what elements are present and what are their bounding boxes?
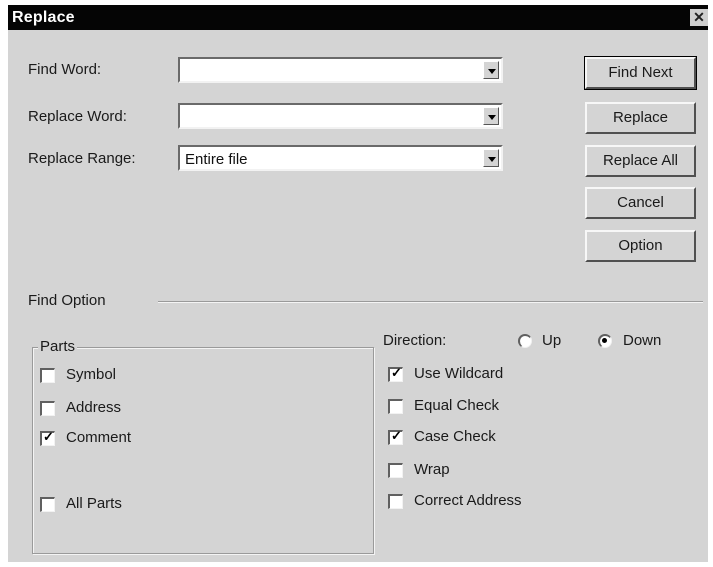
direction-up-label: Up: [542, 332, 562, 349]
check-icon: ✓: [391, 365, 402, 380]
find-word-label: Find Word:: [28, 61, 102, 78]
find-word-combobox[interactable]: [178, 57, 503, 83]
replace-range-value: Entire file: [185, 151, 248, 168]
wrap-label: Wrap: [414, 461, 450, 478]
direction-down-label: Down: [623, 332, 662, 349]
check-icon: ✓: [391, 428, 402, 443]
close-icon[interactable]: ✕: [690, 9, 708, 26]
check-icon: ✓: [43, 429, 54, 444]
replace-word-label: Replace Word:: [28, 108, 127, 125]
find-option-label: Find Option: [28, 292, 106, 309]
chevron-down-icon[interactable]: [483, 61, 499, 79]
symbol-label: Symbol: [66, 366, 117, 383]
option-button[interactable]: Option: [585, 230, 696, 262]
radio-dot-icon: [602, 338, 607, 343]
address-label: Address: [66, 399, 122, 416]
chevron-down-icon[interactable]: [483, 149, 499, 167]
replace-range-label: Replace Range:: [28, 150, 136, 167]
all-parts-label: All Parts: [66, 495, 122, 512]
use-wildcard-checkbox[interactable]: ✓: [388, 365, 403, 382]
equal-check-checkbox[interactable]: [388, 399, 403, 414]
find-next-button[interactable]: Find Next: [584, 56, 697, 90]
address-checkbox[interactable]: [40, 401, 55, 416]
case-check-checkbox[interactable]: ✓: [388, 428, 403, 445]
chevron-down-icon[interactable]: [483, 107, 499, 125]
direction-up-radio[interactable]: [518, 334, 532, 348]
wrap-checkbox[interactable]: [388, 463, 403, 478]
replace-button[interactable]: Replace: [585, 102, 696, 134]
symbol-checkbox[interactable]: [40, 368, 55, 383]
direction-label: Direction:: [383, 332, 447, 349]
use-wildcard-label: Use Wildcard: [414, 365, 504, 382]
comment-label: Comment: [66, 429, 132, 446]
direction-down-radio[interactable]: [598, 334, 612, 348]
replace-dialog: Replace ✕ Find Word: Replace Word: Repla…: [8, 5, 708, 562]
all-parts-checkbox[interactable]: [40, 497, 55, 512]
find-option-divider: [158, 301, 703, 303]
cancel-button[interactable]: Cancel: [585, 187, 696, 219]
replace-word-combobox[interactable]: [178, 103, 503, 129]
comment-checkbox[interactable]: ✓: [40, 429, 55, 446]
case-check-label: Case Check: [414, 428, 496, 445]
window-title: Replace: [12, 9, 75, 26]
title-bar[interactable]: Replace ✕: [8, 5, 708, 30]
correct-address-checkbox[interactable]: [388, 494, 403, 509]
parts-group-label: Parts: [38, 338, 78, 355]
replace-range-select[interactable]: Entire file: [178, 145, 503, 171]
replace-all-button[interactable]: Replace All: [585, 145, 696, 177]
equal-check-label: Equal Check: [414, 397, 500, 414]
correct-address-label: Correct Address: [414, 492, 522, 509]
